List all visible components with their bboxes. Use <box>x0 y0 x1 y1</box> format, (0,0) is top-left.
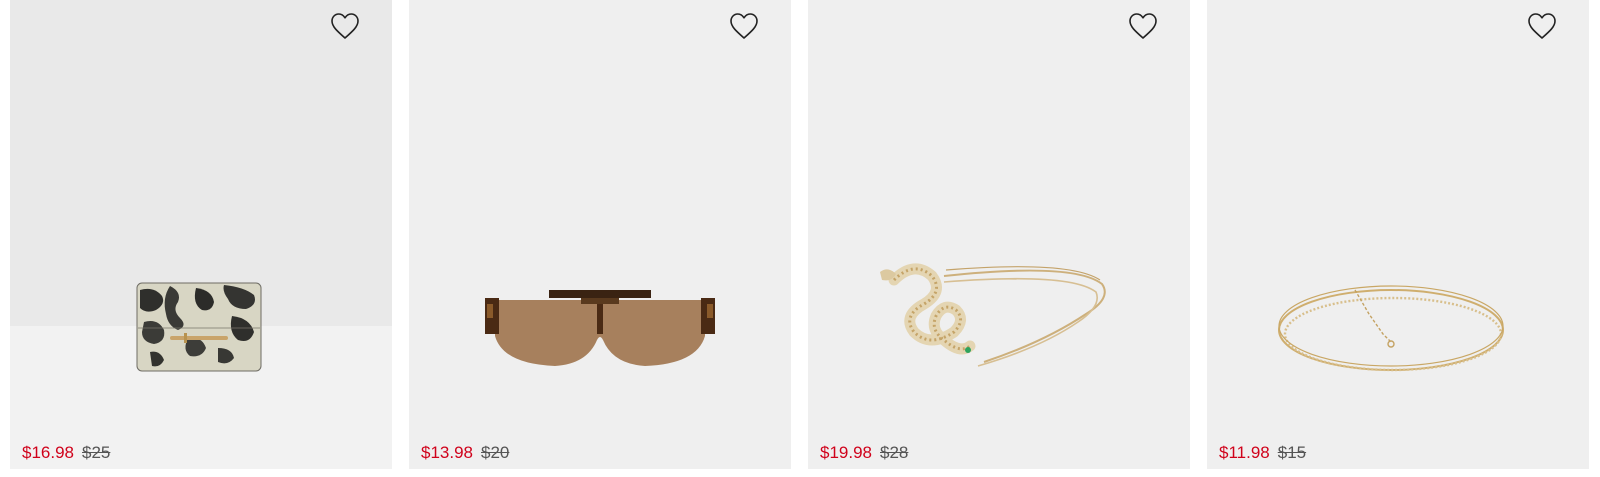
sale-price: $13.98 <box>421 443 473 462</box>
snakeskin-wallet-image[interactable] <box>136 282 262 374</box>
product-card[interactable]: $16.98 $25 <box>10 0 392 469</box>
product-card[interactable]: $11.98 $15 <box>1207 0 1589 469</box>
product-card[interactable]: $19.98 $28 <box>808 0 1190 469</box>
wishlist-heart-icon[interactable] <box>1128 12 1158 40</box>
price-row: $13.98 $20 <box>421 443 509 463</box>
price-row: $11.98 $15 <box>1219 443 1306 463</box>
product-card[interactable]: $13.98 $20 <box>409 0 791 469</box>
price-row: $16.98 $25 <box>22 443 110 463</box>
original-price: $20 <box>481 443 510 462</box>
chain-choker-necklace-image[interactable] <box>1273 274 1509 380</box>
wishlist-heart-icon[interactable] <box>729 12 759 40</box>
original-price: $15 <box>1277 443 1307 462</box>
original-price: $25 <box>82 443 111 462</box>
sale-price: $19.98 <box>820 443 872 462</box>
wishlist-heart-icon[interactable] <box>330 12 360 40</box>
sale-price: $11.98 <box>1219 443 1270 462</box>
wishlist-heart-icon[interactable] <box>1527 12 1557 40</box>
snake-headband-image[interactable] <box>874 262 1114 380</box>
sale-price: $16.98 <box>22 443 74 462</box>
photo-backdrop <box>10 0 392 326</box>
shield-sunglasses-image[interactable] <box>485 290 715 374</box>
price-row: $19.98 $28 <box>820 443 908 463</box>
original-price: $28 <box>880 443 909 462</box>
product-grid: $16.98 $25 $13.98 $20 $19.98 $28 $11.98 … <box>0 0 1600 477</box>
